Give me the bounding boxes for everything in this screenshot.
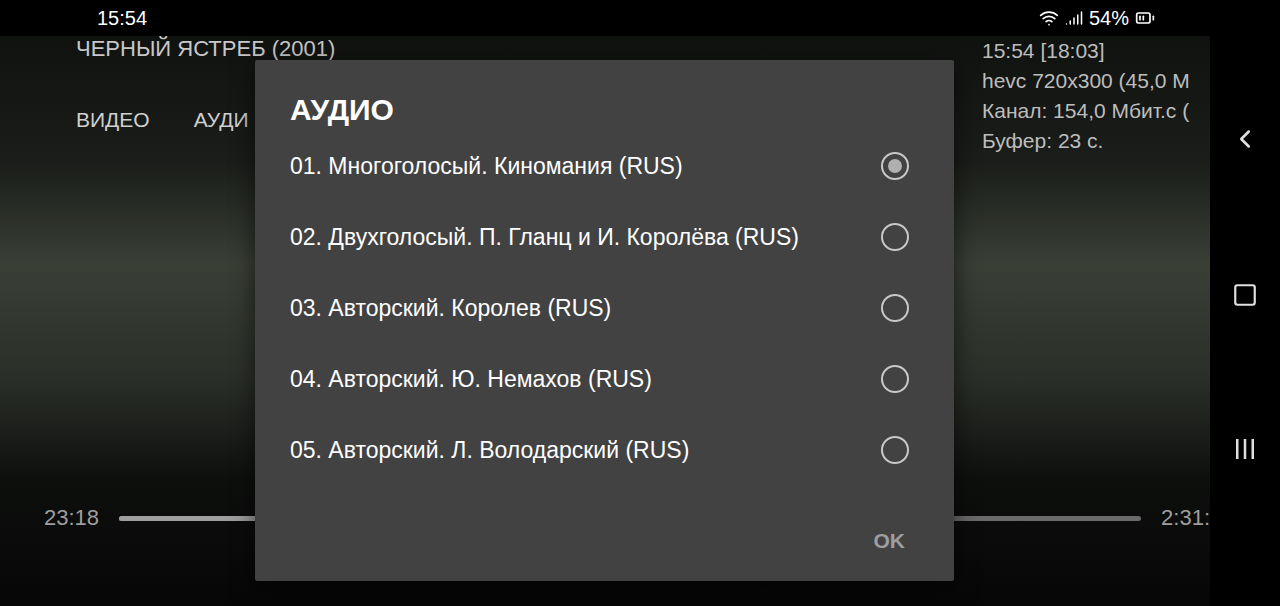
signal-icon [1065,9,1083,27]
movie-title: ЧЕРНЫЙ ЯСТРЕБ (2001) [76,36,335,62]
audio-track-list: 01. Многоголосый. Киномания (RUS) 02. Дву… [290,130,909,485]
wifi-icon [1039,8,1059,28]
radio-button[interactable] [881,152,909,180]
info-line: 15:54 [18:03] [982,36,1210,66]
info-line: Буфер: 23 с. [982,126,1210,156]
battery-icon [1135,8,1155,28]
duration-time: 2:31: [1161,505,1210,531]
audio-track-option[interactable]: 03. Авторский. Королев (RUS) [290,272,909,343]
radio-button[interactable] [881,436,909,464]
audio-track-label: 05. Авторский. Л. Володарский (RUS) [290,436,869,464]
info-line: hevc 720x300 (45,0 М [982,66,1210,96]
back-icon[interactable] [1230,124,1260,154]
dialog-footer: OK [290,521,909,561]
home-icon[interactable] [1232,282,1258,308]
audio-track-label: 01. Многоголосый. Киномания (RUS) [290,152,869,180]
audio-dialog: АУДИО 01. Многоголосый. Киномания (RUS) 02… [255,60,954,581]
audio-track-option[interactable]: 02. Двухголосый. П. Гланц и И. Королёва … [290,201,909,272]
audio-track-label: 02. Двухголосый. П. Гланц и И. Королёва … [290,223,869,251]
audio-track-option[interactable]: 01. Многоголосый. Киномания (RUS) [290,130,909,201]
battery-level: 54% [1089,7,1129,30]
audio-track-option[interactable]: 05. Авторский. Л. Володарский (RUS) [290,414,909,485]
info-line: Канал: 154,0 Мбит.с ( [982,96,1210,126]
status-time: 15:54 [97,7,147,30]
audio-track-label: 04. Авторский. Ю. Немахов (RUS) [290,365,869,393]
player-tab[interactable]: ВИДЕО [76,107,150,133]
ok-button[interactable]: OK [870,521,910,561]
elapsed-time: 23:18 [44,505,99,531]
audio-track-option[interactable]: 04. Авторский. Ю. Немахов (RUS) [290,343,909,414]
stream-info: 15:54 [18:03]hevc 720x300 (45,0 МКанал: … [982,36,1210,156]
seek-fill [119,516,276,521]
recents-icon[interactable] [1232,436,1258,462]
status-bar: 15:54 54% [0,0,1210,36]
dialog-title: АУДИО [290,90,909,130]
audio-track-label: 03. Авторский. Королев (RUS) [290,294,869,322]
player-tab[interactable]: АУДИ [194,107,249,133]
navigation-bar [1210,0,1280,606]
screen: 15:54 54% ЧЕРНЫЙ ЯСТРЕБ (2001) ВИДЕО АУДИ 15:… [0,0,1280,606]
radio-button[interactable] [881,223,909,251]
radio-button[interactable] [881,365,909,393]
radio-button[interactable] [881,294,909,322]
